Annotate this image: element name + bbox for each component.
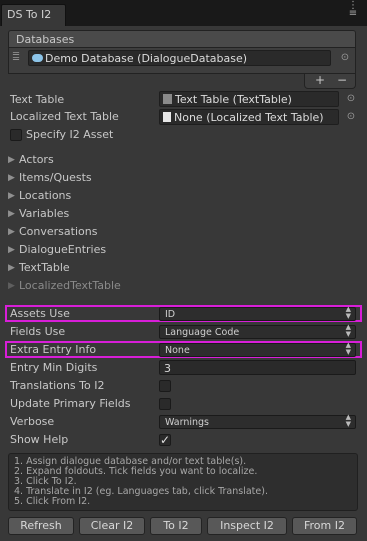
fields-use-dropdown[interactable]: Language Code ▲ ▼	[159, 323, 356, 339]
show-help-checkbox[interactable]: ✓	[159, 434, 171, 446]
show-help-label: Show Help	[10, 433, 69, 446]
foldout-arrow-icon[interactable]: ▶	[8, 155, 15, 165]
refresh-button[interactable]: Refresh	[8, 517, 74, 535]
foldout-conversations[interactable]: Conversations	[19, 225, 97, 238]
text-table-value: Text Table (TextTable)	[175, 93, 292, 106]
foldout-items-quests[interactable]: Items/Quests	[19, 171, 92, 184]
fields-use-label: Fields Use	[10, 325, 66, 338]
dropdown-arrows-icon: ▲ ▼	[345, 341, 351, 356]
text-table-label: Text Table	[10, 93, 65, 106]
text-table-picker-icon[interactable]: ⊙	[345, 93, 357, 105]
foldout-dialogue-entries[interactable]: DialogueEntries	[19, 243, 106, 256]
foldout-variables[interactable]: Variables	[19, 207, 69, 220]
dropdown-arrows-icon: ▲ ▼	[345, 413, 351, 428]
localized-text-table-value: None (Localized Text Table)	[174, 111, 324, 124]
foldout-arrow-icon[interactable]: ▶	[8, 245, 15, 255]
foldout-localized-text-table: LocalizedTextTable	[19, 279, 121, 292]
object-picker-icon[interactable]: ⊙	[339, 52, 351, 64]
dropdown-arrows-icon: ▲ ▼	[345, 305, 351, 320]
entry-min-digits-input[interactable]: 3	[159, 360, 356, 375]
foldout-actors[interactable]: Actors	[19, 153, 54, 166]
databases-header: Databases	[8, 30, 356, 48]
translations-to-i2-label: Translations To I2	[10, 379, 105, 392]
tab-menu-icon[interactable]: ⋮ ≡	[345, 1, 361, 20]
add-item-button[interactable]: +	[315, 74, 325, 87]
drag-handle-icon[interactable]: ═ ═	[13, 50, 21, 65]
foldout-arrow-icon[interactable]: ▶	[8, 191, 15, 201]
remove-item-button[interactable]: −	[337, 74, 347, 87]
database-asset-icon	[32, 54, 43, 62]
localized-text-table-field[interactable]: None (Localized Text Table)	[159, 109, 339, 125]
help-box: 1. Assign dialogue database and/or text …	[8, 453, 358, 511]
foldout-arrow-icon[interactable]: ▶	[8, 209, 15, 219]
assets-use-label: Assets Use	[10, 307, 70, 320]
foldout-arrow-icon[interactable]: ▶	[8, 263, 15, 273]
assets-use-value: ID	[165, 309, 176, 320]
database-object-field[interactable]: Demo Database (DialogueDatabase)	[28, 50, 331, 66]
foldout-arrow-icon[interactable]: ▶	[8, 227, 15, 237]
specify-i2-asset-label: Specify I2 Asset	[26, 128, 114, 141]
foldout-locations[interactable]: Locations	[19, 189, 71, 202]
text-table-field[interactable]: Text Table (TextTable)	[159, 91, 339, 107]
document-icon	[163, 112, 171, 122]
inspect-i2-button[interactable]: Inspect I2	[207, 517, 287, 535]
update-primary-fields-label: Update Primary Fields	[10, 397, 131, 410]
from-i2-button[interactable]: From I2	[292, 517, 357, 535]
database-value: Demo Database (DialogueDatabase)	[45, 52, 248, 65]
localized-text-table-picker-icon[interactable]: ⊙	[345, 111, 357, 123]
assets-use-dropdown[interactable]: ID ▲ ▼	[159, 305, 356, 321]
fields-use-value: Language Code	[165, 327, 240, 338]
specify-i2-asset-checkbox[interactable]	[10, 129, 22, 141]
localized-text-table-label: Localized Text Table	[10, 110, 119, 123]
verbose-label: Verbose	[10, 415, 55, 428]
clear-i2-button[interactable]: Clear I2	[79, 517, 145, 535]
text-table-asset-icon	[163, 94, 172, 104]
foldout-arrow-icon[interactable]: ▶	[8, 173, 15, 183]
update-primary-fields-checkbox[interactable]	[159, 398, 171, 410]
verbose-dropdown[interactable]: Warnings ▲ ▼	[159, 413, 356, 429]
dropdown-arrows-icon: ▲ ▼	[345, 323, 351, 338]
list-add-remove: + −	[304, 74, 356, 89]
verbose-value: Warnings	[165, 417, 210, 428]
help-line: 5. Click From I2.	[14, 496, 91, 507]
extra-entry-info-dropdown[interactable]: None ▲ ▼	[159, 341, 356, 357]
extra-entry-info-value: None	[165, 345, 190, 356]
tab-ds-to-i2[interactable]: DS To I2	[1, 4, 66, 26]
to-i2-button[interactable]: To I2	[150, 517, 202, 535]
extra-entry-info-label: Extra Entry Info	[10, 343, 97, 356]
foldout-text-table[interactable]: TextTable	[19, 261, 70, 274]
translations-to-i2-checkbox[interactable]	[159, 380, 171, 392]
entry-min-digits-label: Entry Min Digits	[10, 361, 98, 374]
foldout-arrow-icon: ▶	[8, 281, 15, 291]
